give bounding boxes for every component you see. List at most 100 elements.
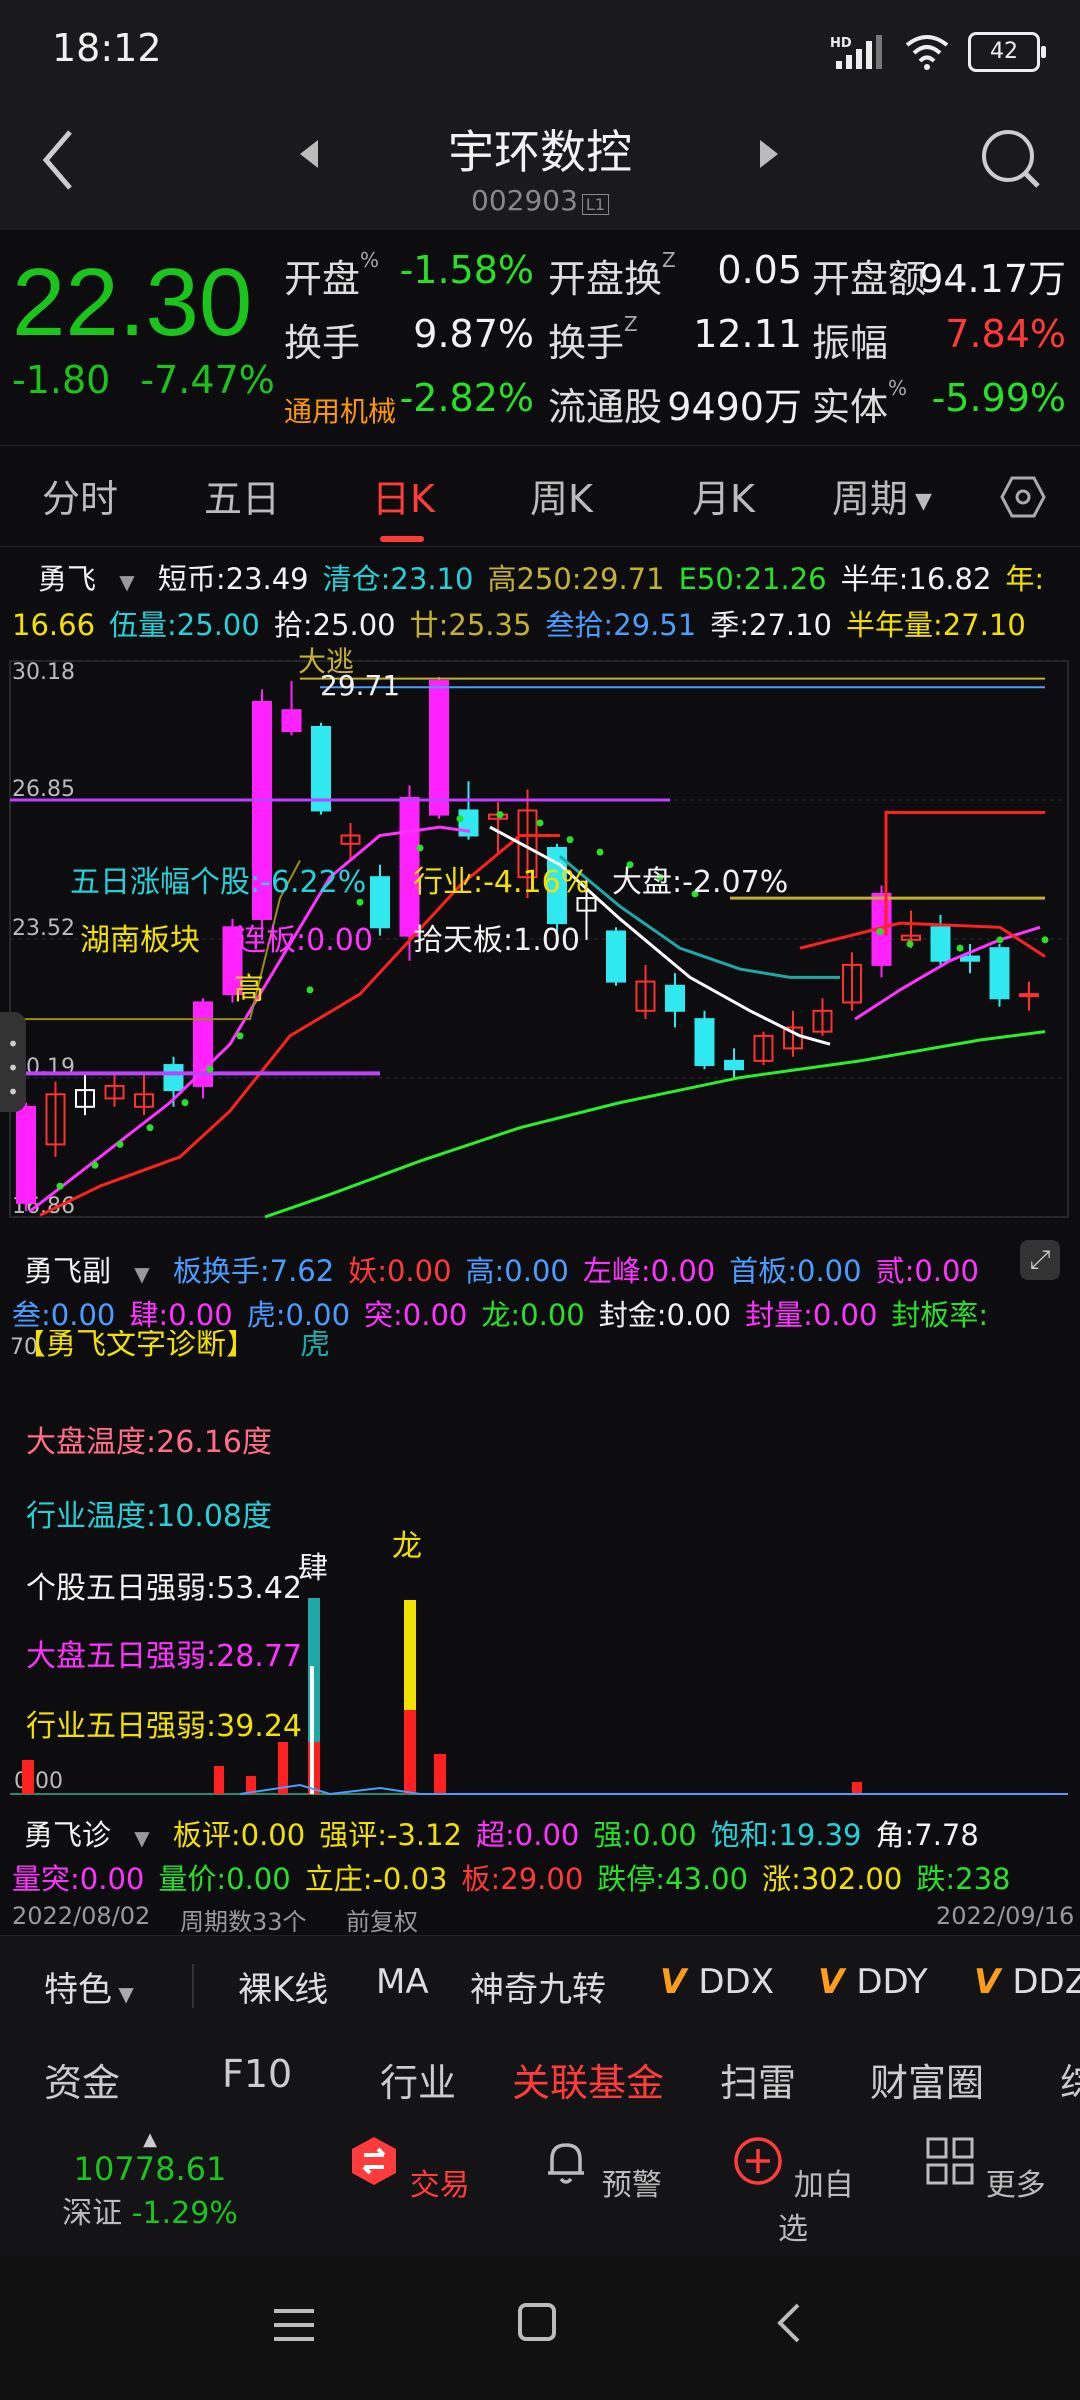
- legend-item: 强评:-3.12: [319, 1818, 462, 1852]
- special-dropdown[interactable]: 特色 ▼: [44, 1962, 134, 2011]
- legend-item: 年:: [1005, 562, 1045, 596]
- third-indicator-legend[interactable]: 勇飞诊 ▼ 板评:0.00 强评:-3.12 超:0.00 强:0.00 饱和:19.3…: [24, 1812, 993, 1854]
- search-icon[interactable]: [976, 124, 1046, 194]
- tab-yuek[interactable]: 月K: [692, 468, 755, 523]
- diag-tiger: 虎: [300, 1330, 330, 1362]
- bar-label-long: 龙: [392, 1529, 422, 1564]
- nav-alert[interactable]: 预警: [526, 2135, 676, 2204]
- func-more-partial[interactable]: 综: [1060, 2052, 1080, 2107]
- adjust-mode[interactable]: 前复权: [346, 1902, 418, 1937]
- legend-item: 龙:0.00: [481, 1298, 585, 1332]
- expand-icon[interactable]: ⤢: [1020, 1240, 1060, 1280]
- sub-legend-line1: 板换手:7.62 妖:0.00 高:0.00 左峰:0.00 首板:0.00 贰:0.00: [173, 1254, 993, 1288]
- third-indicator-name: 勇飞诊: [24, 1818, 112, 1852]
- signal-dot: [306, 986, 314, 994]
- legend-item: 涨:302.00: [762, 1862, 903, 1896]
- special-label: 特色: [44, 1970, 112, 2010]
- func-industry[interactable]: 行业: [380, 2052, 456, 2107]
- signal-icon: HD: [830, 35, 882, 69]
- candle-body: [163, 1064, 184, 1092]
- quote-label: 开盘%: [284, 248, 380, 301]
- quote-value: 7.84%: [945, 312, 1066, 356]
- legend-item: 高250:29.71: [487, 562, 665, 596]
- diagnosis-chart[interactable]: 700.00【勇飞文字诊断】 虎大盘温度:26.16度行业温度:10.08度个股五…: [0, 1330, 1080, 1800]
- index-value: 10778.61: [73, 2150, 227, 2188]
- nav-more[interactable]: 更多: [910, 2135, 1060, 2204]
- chevron-down-icon: ▼: [119, 570, 135, 594]
- signal-dot: [566, 836, 574, 844]
- tool-ddz[interactable]: V DDZ: [974, 1962, 1080, 2002]
- start-date: 2022/08/02: [12, 1902, 151, 1930]
- status-bar: 18:12 HD 42: [0, 0, 1080, 100]
- wifi-icon: [905, 35, 949, 70]
- side-drawer-handle[interactable]: • • •: [0, 1012, 26, 1112]
- plus-circle-icon: [734, 2137, 782, 2185]
- main-indicator-legend[interactable]: 勇飞 ▼ 短币:23.49 清仓:23.10 高250:29.71 E50:21.26…: [38, 556, 1058, 598]
- diag-bar-white: [310, 1666, 314, 1794]
- legend-item: 肆:0.00: [129, 1298, 233, 1332]
- tab-rik[interactable]: 日K: [372, 468, 435, 523]
- func-wealth-circle[interactable]: 财富圈: [870, 2052, 984, 2107]
- candle-body: [370, 876, 390, 929]
- nav-add-watch[interactable]: 加自选: [718, 2135, 868, 2248]
- settings-hex-icon[interactable]: [1000, 474, 1046, 520]
- stock-code: 002903 L1: [0, 184, 1080, 217]
- last-price: 22.30: [12, 249, 253, 356]
- signal-dot: [1041, 936, 1049, 944]
- tool-bare-k[interactable]: 裸K线: [238, 1962, 328, 2011]
- legend-item: E50:21.26: [678, 562, 827, 596]
- tab-zhouk[interactable]: 周K: [530, 468, 593, 523]
- candle-body: [16, 1105, 36, 1204]
- nav-trade[interactable]: 交易: [334, 2135, 484, 2204]
- legend-item: 立庄:-0.03: [304, 1862, 448, 1896]
- legend-item: 角:7.78: [875, 1818, 979, 1852]
- quote-label[interactable]: 通用机械: [284, 390, 396, 430]
- quote-label-sup: Z: [624, 312, 638, 336]
- legend-item: 跌:238: [916, 1862, 1011, 1896]
- index-widget[interactable]: ▲ 10778.61 深证 -1.29%: [0, 2125, 300, 2232]
- tool-ddx[interactable]: V DDX: [660, 1962, 774, 2002]
- diag-line: 个股五日强弱:53.42: [26, 1571, 302, 1606]
- legend-item: 封量:0.00: [745, 1298, 878, 1332]
- period-tabs: 分时 五日 日K 周K 月K 周期 ▼: [0, 445, 1080, 547]
- signal-dot: [596, 848, 604, 856]
- quote-value: -5.99%: [931, 376, 1066, 420]
- tab-fenshi[interactable]: 分时: [42, 468, 118, 523]
- tool-ddy[interactable]: V DDY: [818, 1962, 928, 2002]
- next-stock-icon[interactable]: [760, 140, 778, 168]
- candlestick-chart[interactable]: 30.1826.8523.5220.1916.86大逃29.71五日涨幅个股:-…: [0, 645, 1080, 1235]
- svg-text:HD: HD: [830, 36, 852, 51]
- legend-item: 半年量:27.10: [846, 608, 1026, 642]
- main-legend-line1: 短币:23.49 清仓:23.10 高250:29.71 E50:21.26 半年:16…: [158, 562, 1058, 596]
- indicator-toolbar: 特色 ▼ 裸K线 MA 神奇九转 V DDX V DDY V DDZ: [0, 1935, 1080, 2037]
- func-related-fund[interactable]: 关联基金: [512, 2052, 664, 2107]
- signal-dot: [146, 1124, 154, 1132]
- legend-item: 左峰:0.00: [582, 1254, 716, 1288]
- signal-dot: [996, 936, 1004, 944]
- dots-icon: • • •: [7, 1032, 19, 1104]
- func-minesweep[interactable]: 扫雷: [720, 2052, 796, 2107]
- tool-ma[interactable]: MA: [376, 1962, 429, 2002]
- back-nav-icon[interactable]: [770, 2301, 810, 2345]
- signal-dot: [536, 819, 544, 827]
- func-capital[interactable]: 资金: [44, 2052, 120, 2107]
- candle-body: [930, 926, 951, 962]
- tab-wuri[interactable]: 五日: [204, 468, 280, 523]
- diag-bar-red-2: [404, 1710, 416, 1794]
- sub-indicator-legend[interactable]: 勇飞副 ▼ 板换手:7.62 妖:0.00 高:0.00 左峰:0.00 首板:0.00…: [24, 1248, 993, 1290]
- home-icon[interactable]: [516, 2301, 560, 2345]
- divider: [192, 1964, 194, 2008]
- quote-label: 换手: [284, 321, 361, 365]
- annot-ten-day: 拾天板:1.00: [413, 923, 580, 958]
- legend-item: 饱和:19.39: [710, 1818, 862, 1852]
- candle-body: [281, 709, 302, 733]
- candle-body: [1019, 993, 1039, 998]
- stock-code-text: 002903: [471, 184, 578, 217]
- func-f10[interactable]: F10: [222, 2052, 292, 2096]
- legend-item: 量价:0.00: [158, 1862, 291, 1896]
- change-value: -1.80: [12, 358, 111, 402]
- menu-icon[interactable]: [270, 2305, 320, 2345]
- tool-nine-turn[interactable]: 神奇九转: [470, 1962, 606, 2011]
- legend-item: 拾:25.00: [273, 608, 396, 642]
- tab-zhouqi[interactable]: 周期 ▼: [832, 468, 932, 523]
